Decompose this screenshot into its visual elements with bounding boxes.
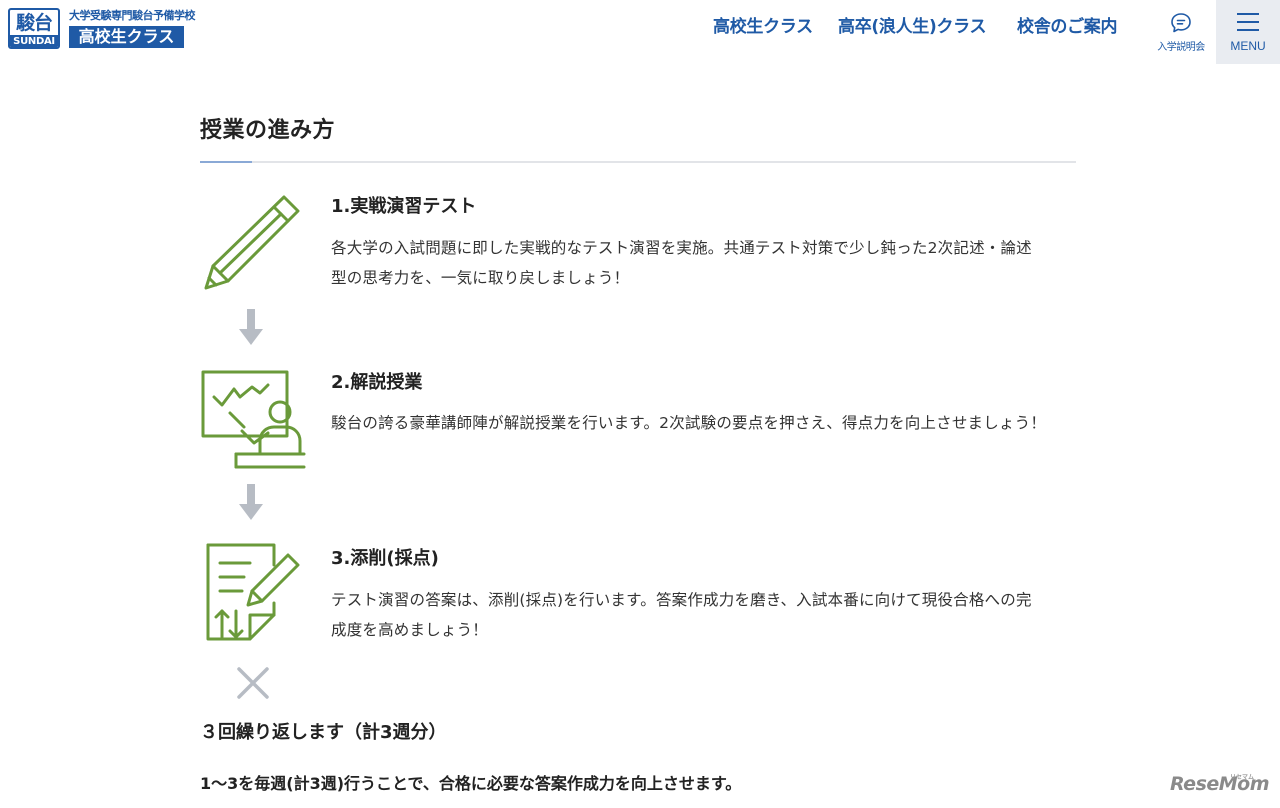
- nav-campus-guide[interactable]: 校舎のご案内: [1017, 15, 1122, 39]
- step-3-text: テスト演習の答案は、添削(採点)を行います。答案作成力を磨き、入試本番に向けて現…: [331, 585, 1071, 645]
- menu-button[interactable]: MENU: [1216, 0, 1280, 64]
- step-1-text-line: 型の思考力を、一気に取り戻しましょう！: [331, 269, 630, 287]
- watermark-text: ReseMom: [1170, 773, 1270, 795]
- logo-class-label[interactable]: 高校生クラス: [69, 26, 184, 48]
- step-2-heading: 2.解説授業: [331, 372, 423, 393]
- title-divider-accent: [200, 161, 252, 163]
- repeat-heading: ３回繰り返します（計3週分）: [200, 722, 447, 743]
- title-divider: [200, 161, 1076, 163]
- pencil-icon: [204, 195, 300, 290]
- step-3-text-line: テスト演習の答案は、添削(採点)を行います。答案作成力を磨き、入試本番に向けて現…: [331, 591, 1032, 609]
- step-3-heading: 3.添削(採点): [331, 548, 439, 569]
- site-header: 駿台 SUNDAI 大学受験専門駿台予備学校 高校生クラス 高校生クラス 高卒(…: [0, 0, 1280, 64]
- nav-graduate-class[interactable]: 高卒(浪人生)クラス: [838, 15, 993, 39]
- grading-document-icon: [206, 543, 300, 641]
- step-1-heading: 1.実戦演習テスト: [331, 196, 477, 217]
- step-1-text-line: 各大学の入試問題に即した実戦的なテスト演習を実施。共通テスト対策で少し鈍った2次…: [331, 239, 1032, 257]
- seminar-link[interactable]: 入学説明会: [1148, 8, 1214, 56]
- arrow-down-icon: [239, 309, 263, 345]
- logo-kanji: 駿台: [15, 12, 53, 34]
- chat-bubble-icon: [1171, 13, 1191, 33]
- step-1-text: 各大学の入試問題に即した実戦的なテスト演習を実施。共通テスト対策で少し鈍った2次…: [331, 233, 1071, 293]
- step-2-text-line: 駿台の誇る豪華講師陣が解説授業を行います。2次試験の要点を押さえ、得点力を向上さ…: [331, 414, 1047, 432]
- hamburger-icon: [1237, 13, 1259, 31]
- repeat-text: 1～3を毎週(計3週)行うことで、合格に必要な答案作成力を向上させます。: [200, 774, 742, 793]
- arrow-down-icon: [239, 484, 263, 520]
- section-title: 授業の進み方: [200, 118, 336, 143]
- logo-tagline: 大学受験専門駿台予備学校: [69, 9, 196, 22]
- times-icon: [237, 667, 269, 699]
- watermark-kana: リセマム: [1229, 774, 1254, 781]
- step-2-text: 駿台の誇る豪華講師陣が解説授業を行います。2次試験の要点を押さえ、得点力を向上さ…: [331, 408, 1071, 438]
- menu-label: MENU: [1230, 39, 1266, 53]
- lecture-icon: [201, 370, 306, 469]
- step-3-text-line: 成度を高めましょう！: [331, 621, 489, 639]
- seminar-label: 入学説明会: [1157, 42, 1205, 53]
- logo-latin: SUNDAI: [10, 35, 58, 47]
- sundai-logo[interactable]: 駿台 SUNDAI: [8, 8, 60, 49]
- resemom-watermark: ReseMom リセマム: [1170, 770, 1270, 798]
- nav-highschool-class[interactable]: 高校生クラス: [713, 15, 813, 39]
